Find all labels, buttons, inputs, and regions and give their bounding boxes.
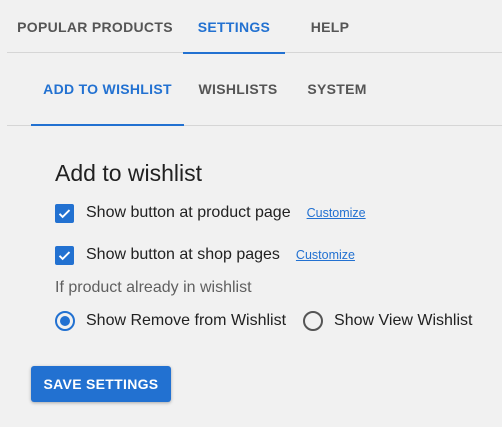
option-shop-pages: Show button at shop pages Customize <box>55 244 355 266</box>
settings-page: POPULAR PRODUCTS SETTINGS HELP ADD TO WI… <box>0 0 502 427</box>
top-tab-bar: POPULAR PRODUCTS SETTINGS HELP <box>7 0 502 54</box>
checkbox-shop-pages[interactable] <box>55 245 74 265</box>
section-title: Add to wishlist <box>55 160 203 186</box>
already-in-wishlist-label: If product already in wishlist <box>55 279 252 296</box>
radio-label: Show View Wishlist <box>334 312 473 329</box>
tab-help[interactable]: HELP <box>285 0 375 53</box>
checkmark-icon <box>58 250 71 260</box>
tab-add-to-wishlist[interactable]: ADD TO WISHLIST <box>31 53 184 126</box>
tab-settings[interactable]: SETTINGS <box>183 0 285 54</box>
tab-popular-products[interactable]: POPULAR PRODUCTS <box>7 0 183 53</box>
already-in-wishlist-radio-group: Show Remove from Wishlist Show View Wish… <box>55 310 472 332</box>
customize-link-shop-pages[interactable]: Customize <box>296 248 355 262</box>
tab-system[interactable]: SYSTEM <box>292 53 382 125</box>
tab-wishlists[interactable]: WISHLISTS <box>184 53 292 125</box>
option-product-page: Show button at product page Customize <box>55 202 366 224</box>
save-settings-button[interactable]: SAVE SETTINGS <box>31 366 171 402</box>
option-label: Show button at product page <box>86 204 291 221</box>
radio-show-view[interactable] <box>303 311 324 331</box>
checkbox-product-page[interactable] <box>55 203 74 223</box>
radio-label: Show Remove from Wishlist <box>86 312 287 329</box>
customize-link-product-page[interactable]: Customize <box>307 206 366 220</box>
sub-tab-bar: ADD TO WISHLIST WISHLISTS SYSTEM <box>7 53 502 126</box>
radio-show-remove[interactable] <box>55 311 75 331</box>
option-label: Show button at shop pages <box>86 246 280 263</box>
checkmark-icon <box>58 208 71 218</box>
